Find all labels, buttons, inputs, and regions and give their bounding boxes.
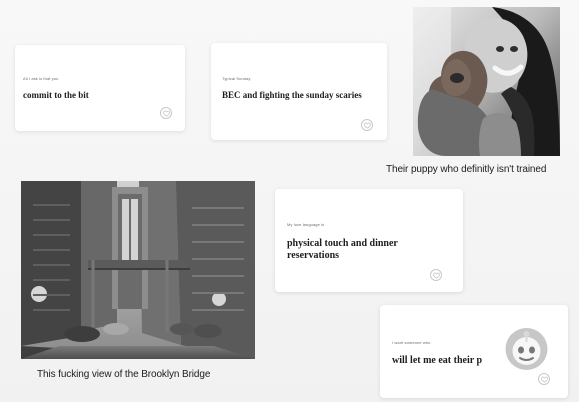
photo-caption: Their puppy who definitly isn't trained — [386, 164, 547, 175]
reddit-avatar-icon — [505, 328, 548, 370]
like-button[interactable] — [361, 119, 373, 131]
prompt-card-love-language[interactable]: My love language is physical touch and d… — [275, 189, 463, 292]
prompt-answer: physical touch and dinner reservations — [287, 238, 398, 261]
prompt-answer: commit to the bit — [23, 90, 89, 100]
prompt-card-commit[interactable]: All I ask is that you commit to the bit — [15, 45, 185, 131]
profile-collage: All I ask is that you commit to the bit … — [0, 0, 579, 402]
prompt-label: Typical Sunday — [222, 76, 251, 81]
prompt-label: My love language is — [287, 222, 325, 227]
bridge-photo[interactable] — [21, 181, 255, 359]
prompt-answer: will let me eat their p — [392, 355, 483, 366]
puppy-image — [413, 7, 560, 156]
like-button[interactable] — [160, 107, 172, 119]
puppy-photo[interactable] — [413, 7, 560, 156]
like-button[interactable] — [538, 373, 550, 385]
avatar — [502, 325, 551, 373]
prompt-card-eat-their[interactable]: I want someone who will let me eat their… — [380, 305, 568, 398]
prompt-card-sunday[interactable]: Typical Sunday BEC and fighting the sund… — [211, 43, 387, 140]
heart-icon — [540, 376, 548, 382]
heart-icon — [363, 122, 371, 128]
prompt-answer: BEC and fighting the sunday scaries — [222, 90, 362, 100]
heart-icon — [162, 110, 170, 116]
prompt-label: All I ask is that you — [23, 76, 59, 81]
heart-icon — [432, 272, 440, 278]
like-button[interactable] — [430, 269, 442, 281]
prompt-label: I want someone who — [392, 340, 431, 345]
bridge-image — [21, 181, 255, 359]
photo-caption: This fucking view of the Brooklyn Bridge — [37, 369, 211, 380]
